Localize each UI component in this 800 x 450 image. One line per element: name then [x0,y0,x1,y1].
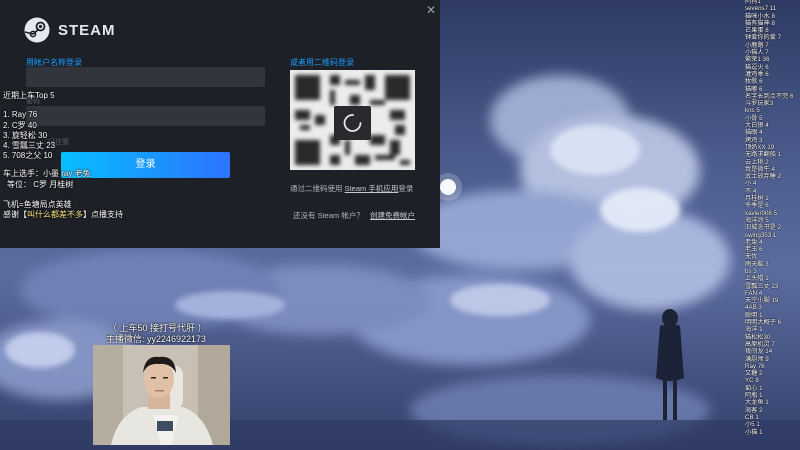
ticker-item: 夜间龙 14 [745,348,773,356]
ticker-item: 烤鸡 3 [745,136,763,144]
ticker-item: 无忧 [745,253,758,261]
riders-line: 车上选手：小墨 ray 老兔 [3,169,91,178]
ticker-item: 小骨 5 [745,114,763,122]
ticker-item: sevens7 11 [745,5,777,13]
webcam-feed [93,345,230,445]
ticker-item: 小鹿路 7 [745,41,769,49]
ticker-item: swing353 1 [745,231,777,239]
ticker-item: 猫逗火 6 [745,63,769,71]
qr-loading-spinner [334,106,371,140]
ticker-item: 无路求翻船 1 [745,151,782,159]
no-account-text: 还没有 Steam 帐户？ [293,211,364,220]
ticker-item: 猫松松30 [745,333,771,341]
ticker-item: 4AB 3 [745,304,762,312]
steam-mobile-app-link[interactable]: Steam 手机应用 [345,184,399,193]
ticker-item: 海客 2 [745,406,763,414]
steam-logo: STEAM [24,17,116,43]
top5-item: 1. Ray 76 [3,110,38,119]
ticker-item: 旧城念书是 2 [745,224,782,232]
create-account-link[interactable]: 创建免费帐户 [370,210,415,221]
ticker-item: 猫咪小水 8 [745,12,775,20]
ticker-item: 上头帽 1 [745,275,769,283]
thanks-line: 感谢【叫什么都差不多】点播支持 [3,210,123,219]
ticker-item: 钟爱你的爱 7 [745,34,782,42]
wechat-line2: 主播微信: yy2246922173 [106,334,207,344]
ticker-item: 云上桃 2 [745,158,769,166]
ticker-item: 小5 1 [745,421,760,429]
ticker-item: 小猫 1 [745,428,763,436]
ticker-item: 不 4 [745,187,757,195]
ticker-item: YC 8 [745,377,759,385]
ticker-item: 牧歌 6 [745,78,763,86]
ticker-item: 海洋 1 [745,326,763,334]
spinner-icon [343,114,362,132]
ticker-item: 老兔 4 [745,238,763,246]
ticker-item: 小 4 [745,180,757,188]
ticker-item: 冬季是 6 [745,202,769,210]
ticker-item: 猫嘟 6 [745,85,763,93]
ticker-item: kns 5 [745,107,760,115]
ticker-item: 雨天酷 3 [745,260,769,268]
ticker-item: 满厨师 9 [745,355,769,363]
ticker-item: 猫眼 4 [745,129,763,137]
ticker-item: 菊心 1 [745,384,763,392]
account-name-input[interactable] [26,67,265,87]
viewer-ticker: 阿狗1 sevens7 11 猫咪小水 8 猫有猫神 8 芒果蛋 8 钟爱你的爱 7 小鹿路… [745,0,800,450]
ticker-item: 聪明 1 [745,311,763,319]
ticker-item: 雪瓢三丈 23 [745,282,779,290]
rank-line: 等位： C罗 月桂树 [7,180,74,189]
qr-hint: 通过二维码使用 Steam 手机应用登录 [290,184,414,193]
password-input[interactable] [26,106,265,126]
ticker-item: 繁荣1 36 [745,56,770,64]
top5-title: 近期上车Top 5 [3,91,55,100]
thanks-highlight: 叫什么都差不多 [27,210,83,219]
close-button[interactable]: ✕ [424,3,438,17]
steam-logo-icon [24,17,50,43]
top5-item: 5. 708之父 10 [3,151,53,160]
qr-login-label: 或者用二维码登录 [290,58,354,67]
ticker-item: 大龙鱼 1 [745,399,769,407]
ticker-item: xavier008 5 [745,209,777,217]
steam-logo-text: STEAM [58,21,116,39]
